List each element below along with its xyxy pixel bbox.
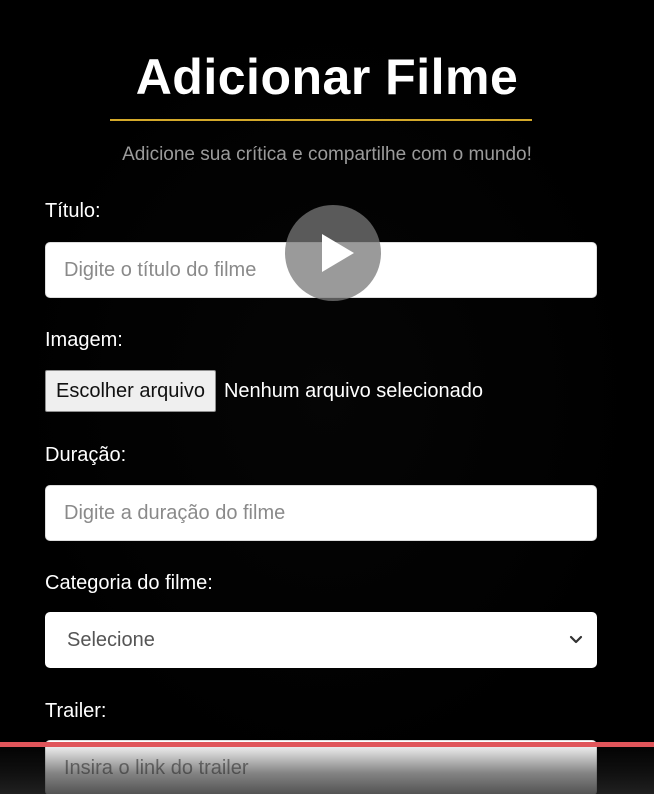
page-subtitle: Adicione sua crítica e compartilhe com o…	[122, 144, 532, 165]
play-icon	[322, 234, 354, 272]
category-select[interactable]: Selecione	[45, 612, 597, 668]
title-label: Título:	[45, 200, 101, 222]
category-select-value: Selecione	[67, 628, 155, 651]
choose-file-button[interactable]: Escolher arquivo	[45, 370, 216, 412]
video-progress-bar[interactable]	[0, 742, 654, 747]
category-label: Categoria do filme:	[45, 572, 213, 594]
image-label: Imagem:	[45, 329, 123, 351]
play-button[interactable]	[285, 205, 381, 301]
video-frame: Adicionar Filme Adicione sua crítica e c…	[0, 0, 654, 794]
title-underline	[110, 119, 532, 121]
trailer-label: Trailer:	[45, 700, 107, 722]
file-status-text: Nenhum arquivo selecionado	[223, 379, 484, 402]
file-picker: Escolher arquivo Nenhum arquivo selecion…	[45, 370, 483, 412]
duration-label: Duração:	[45, 444, 127, 466]
page-title: Adicionar Filme	[135, 49, 519, 105]
video-controls-overlay	[0, 742, 654, 794]
chevron-down-icon	[567, 630, 585, 654]
duration-input[interactable]	[45, 485, 597, 541]
